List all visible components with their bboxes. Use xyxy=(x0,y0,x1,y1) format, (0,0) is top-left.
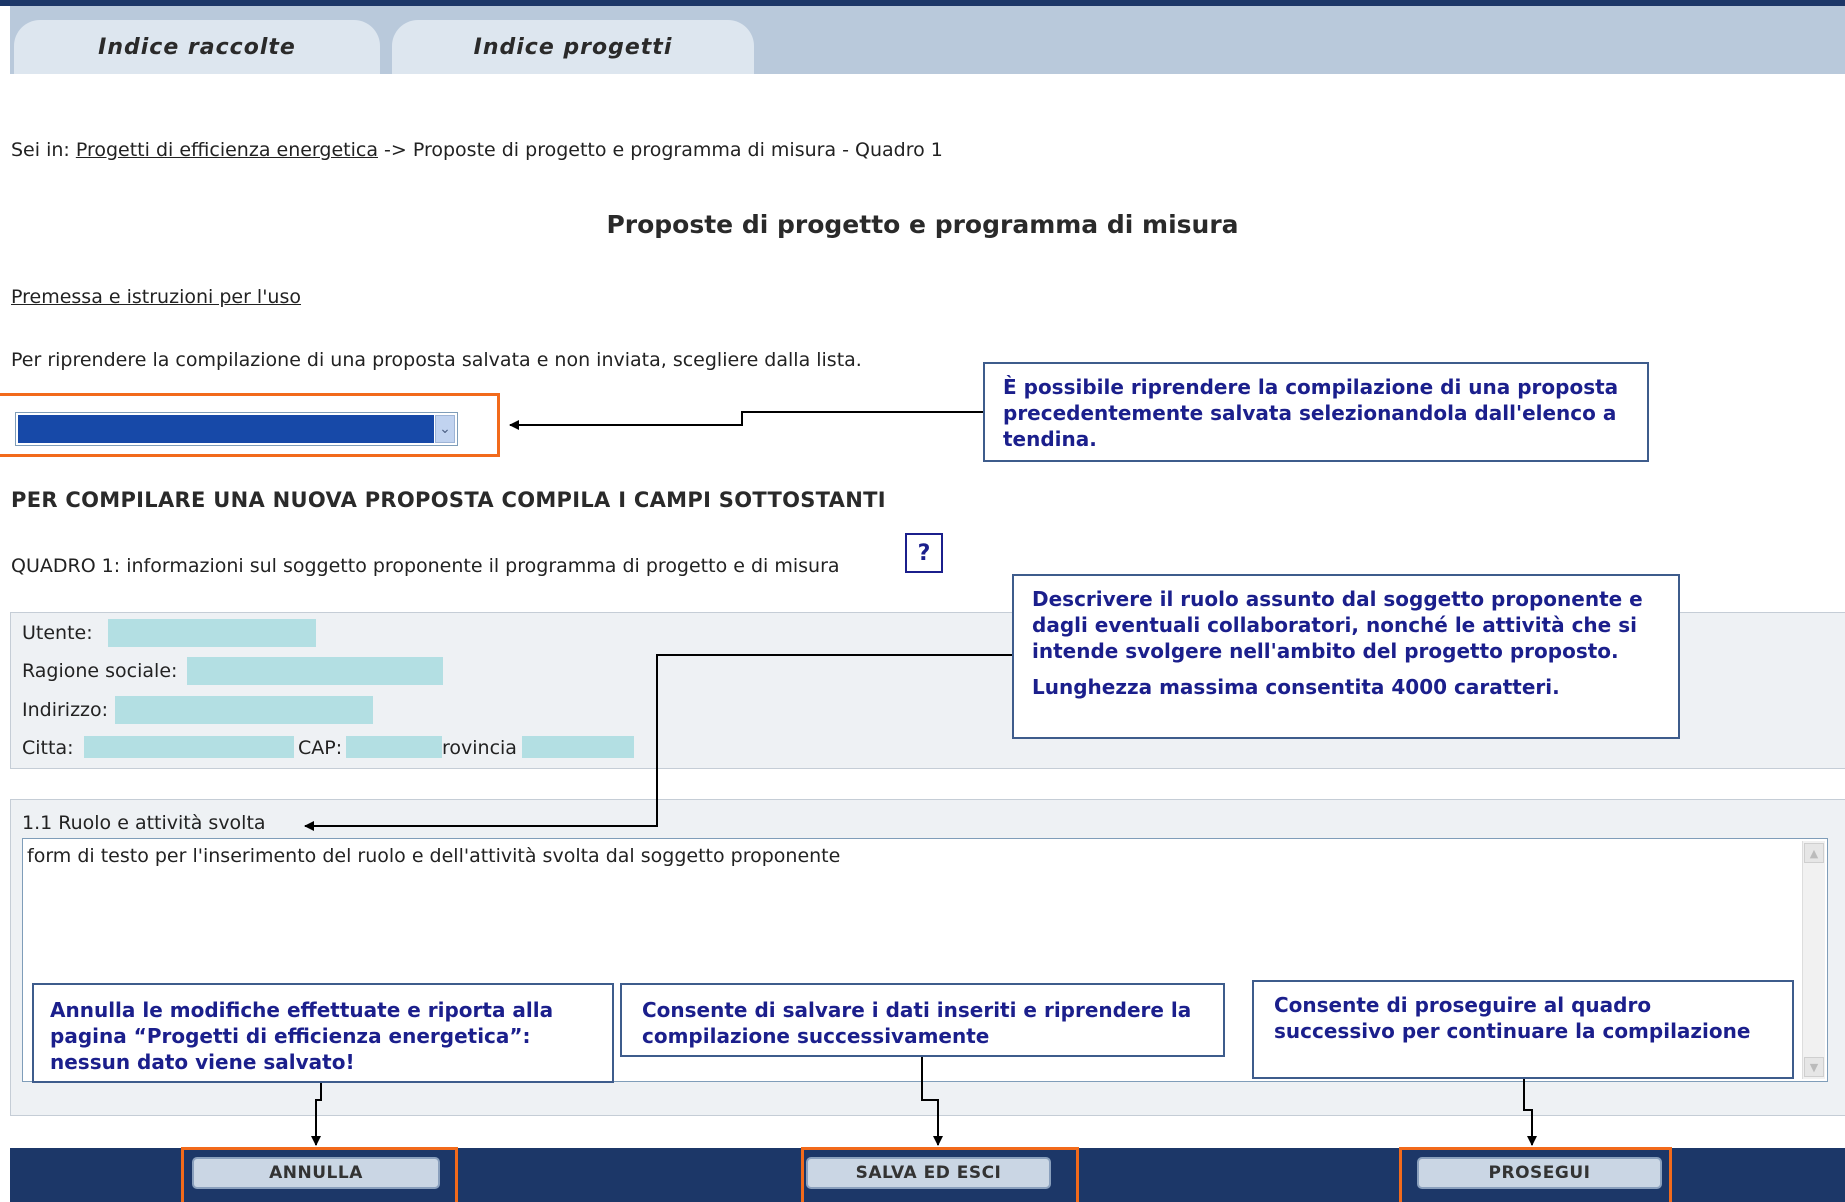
arrow-annulla xyxy=(311,1083,322,1146)
arrow-prosegui xyxy=(1523,1079,1537,1146)
arrow-salva xyxy=(921,1057,943,1146)
arrow-dropdown xyxy=(509,411,983,430)
arrow-role xyxy=(304,654,1012,831)
callout-arrows xyxy=(304,411,1537,1146)
